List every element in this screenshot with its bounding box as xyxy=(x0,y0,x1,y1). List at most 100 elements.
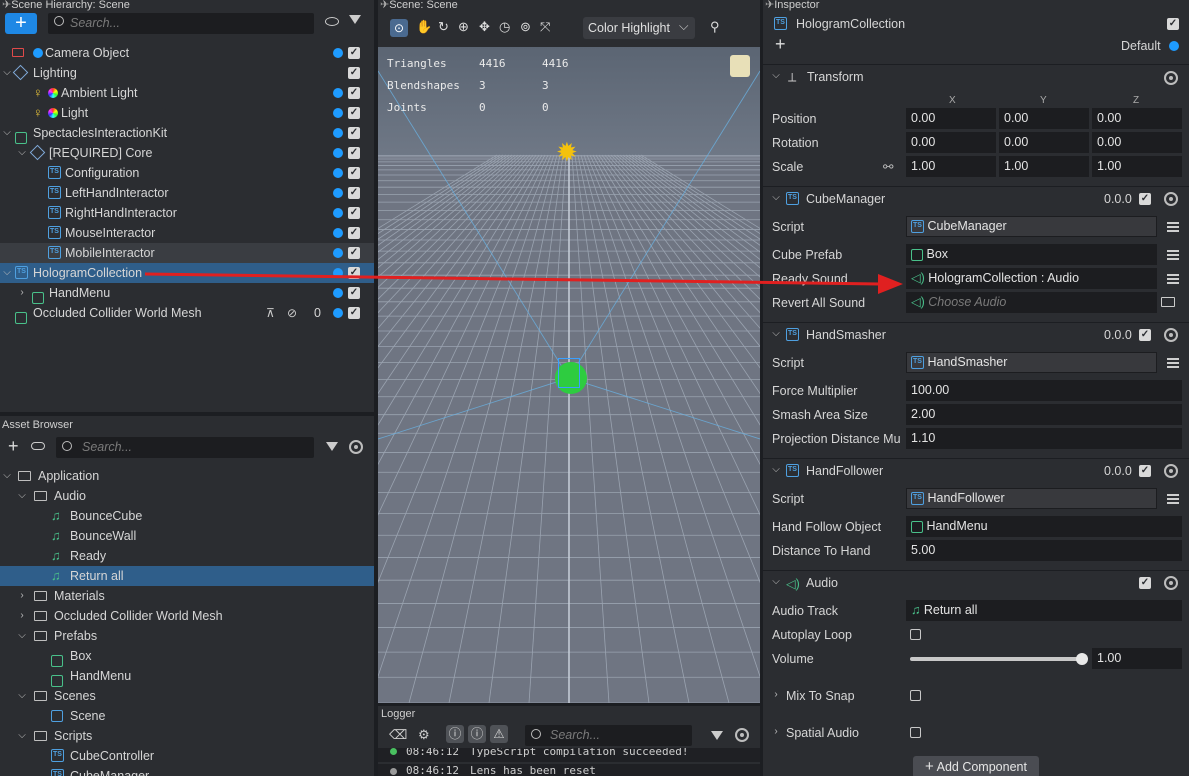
filter-icon[interactable] xyxy=(349,15,361,24)
chevron-down-icon[interactable]: ⌵ xyxy=(2,123,12,143)
gear-icon[interactable] xyxy=(735,728,749,742)
visibility-checkbox[interactable]: ✓ xyxy=(348,87,360,99)
visibility-checkbox[interactable]: ✓ xyxy=(348,147,360,159)
visibility-checkbox[interactable]: ✓ xyxy=(348,287,360,299)
component-enabled-checkbox[interactable]: ✓ xyxy=(1139,465,1151,477)
spatial-audio-checkbox[interactable] xyxy=(910,727,921,738)
hierarchy-item-hologram-collection[interactable]: ⌵ TS HologramCollection xyxy=(0,263,374,283)
asset-audio-bouncecube[interactable]: ♫ BounceCube xyxy=(0,506,374,526)
transform-header[interactable]: ⌵ ⟂ Transform xyxy=(763,64,1189,88)
hand-tool-icon[interactable]: ✋ xyxy=(416,19,432,35)
hierarchy-item-camera[interactable]: Camera Object xyxy=(0,43,374,63)
layer-label[interactable]: Default xyxy=(1121,39,1161,53)
chevron-right-icon[interactable]: › xyxy=(771,689,781,700)
script-field[interactable]: TS CubeManager xyxy=(906,216,1157,237)
component-enabled-checkbox[interactable]: ✓ xyxy=(1139,577,1151,589)
rect-tool-icon[interactable]: ⤧ xyxy=(540,19,550,35)
hierarchy-item-hand-menu[interactable]: › HandMenu xyxy=(0,283,374,304)
asset-folder-materials[interactable]: › Materials xyxy=(0,586,374,606)
chevron-down-icon[interactable]: ⌵ xyxy=(17,486,27,506)
rotation-z-field[interactable]: 0.00 xyxy=(1092,132,1182,153)
visibility-checkbox[interactable]: ✓ xyxy=(348,47,360,59)
asset-scene[interactable]: Scene xyxy=(0,706,374,726)
hierarchy-item-ambient-light[interactable]: ♀ Ambient Light xyxy=(0,83,374,103)
object-name-field[interactable]: HologramCollection xyxy=(796,17,905,31)
scale-tool-icon[interactable]: ⊚ xyxy=(520,19,531,35)
hierarchy-item-lighting[interactable]: ⌵ Lighting xyxy=(0,63,374,83)
link-icon[interactable]: ⚯ xyxy=(883,159,893,174)
camera-gizmo-icon[interactable] xyxy=(730,55,750,77)
gear-icon[interactable] xyxy=(1164,464,1178,478)
object-enabled-checkbox[interactable]: ✓ xyxy=(1167,18,1179,30)
projection-distance-field[interactable]: 1.10 xyxy=(906,428,1182,449)
distance-to-hand-field[interactable]: 5.00 xyxy=(906,540,1182,561)
folder-icon[interactable] xyxy=(1161,297,1175,307)
visibility-checkbox[interactable]: ✓ xyxy=(348,247,360,259)
chevron-down-icon[interactable]: ⌵ xyxy=(771,70,781,81)
logger-search-input[interactable]: Search... xyxy=(550,728,600,742)
chevron-down-icon[interactable]: ⌵ xyxy=(771,576,781,587)
scale-y-field[interactable]: 1.00 xyxy=(999,156,1089,177)
asset-folder-audio[interactable]: ⌵ Audio xyxy=(0,486,374,506)
component-enabled-checkbox[interactable]: ✓ xyxy=(1139,329,1151,341)
hierarchy-item-sik[interactable]: ⌵ SpectaclesInteractionKit xyxy=(0,123,374,144)
asset-prefab-handmenu[interactable]: HandMenu xyxy=(0,666,374,687)
visibility-checkbox[interactable]: ✓ xyxy=(348,227,360,239)
asset-search-input[interactable]: Search... xyxy=(82,440,132,454)
chevron-down-icon[interactable]: ⌵ xyxy=(2,466,12,486)
visibility-checkbox[interactable]: ✓ xyxy=(348,107,360,119)
asset-folder-scenes[interactable]: ⌵ Scenes xyxy=(0,686,374,706)
hierarchy-item-core[interactable]: ⌵ [REQUIRED] Core xyxy=(0,143,374,163)
chevron-right-icon[interactable]: › xyxy=(17,606,27,626)
highlight-mode-dropdown[interactable]: Color Highlight ⌵ xyxy=(583,17,695,39)
add-asset-icon[interactable]: + xyxy=(8,437,19,455)
asset-audio-return-all[interactable]: ♫ Return all xyxy=(0,566,374,586)
add-icon[interactable]: + xyxy=(775,35,786,53)
gear-icon[interactable] xyxy=(1164,576,1178,590)
eye-icon[interactable] xyxy=(325,17,339,26)
visibility-checkbox[interactable]: ✓ xyxy=(348,267,360,279)
asset-folder-scripts[interactable]: ⌵ Scripts xyxy=(0,726,374,746)
asset-audio-ready[interactable]: ♫ Ready xyxy=(0,546,374,566)
gear-icon[interactable] xyxy=(1164,192,1178,206)
gear-icon[interactable] xyxy=(349,440,363,454)
chevron-down-icon[interactable]: ⌵ xyxy=(17,143,27,163)
asset-script-cubemanager[interactable]: TS CubeManager xyxy=(0,766,374,776)
info-toggle-icon[interactable]: ⓘ xyxy=(446,725,464,743)
position-z-field[interactable]: 0.00 xyxy=(1092,108,1182,129)
revert-sound-field[interactable]: ◁) Choose Audio xyxy=(906,292,1157,313)
smash-area-field[interactable]: 2.00 xyxy=(906,404,1182,425)
cubemanager-header[interactable]: ⌵ TS CubeManager 0.0.0 ✓ xyxy=(763,186,1189,210)
asset-audio-bouncewall[interactable]: ♫ BounceWall xyxy=(0,526,374,546)
chevron-down-icon[interactable]: ⌵ xyxy=(2,263,12,283)
visibility-checkbox[interactable]: ✓ xyxy=(348,167,360,179)
hierarchy-item-left-hand[interactable]: TS LeftHandInteractor xyxy=(0,183,374,203)
component-enabled-checkbox[interactable]: ✓ xyxy=(1139,193,1151,205)
add-object-button[interactable]: + xyxy=(5,13,37,34)
ready-sound-field[interactable]: ◁) HologramCollection : Audio xyxy=(906,268,1157,289)
chevron-right-icon[interactable]: › xyxy=(771,726,781,737)
chevron-down-icon[interactable]: ⌵ xyxy=(17,686,27,706)
asset-folder-application[interactable]: ⌵ Application xyxy=(0,466,374,486)
hierarchy-item-occluded[interactable]: Occluded Collider World Mesh ⊼ ⊘ 0 xyxy=(0,303,374,324)
chevron-down-icon[interactable]: ⌵ xyxy=(2,63,12,83)
hologram-object[interactable] xyxy=(555,358,587,394)
asset-folder-occluded[interactable]: › Occluded Collider World Mesh xyxy=(0,606,374,626)
options-icon[interactable] xyxy=(1167,222,1179,232)
scene-settings-icon[interactable]: ⚲ xyxy=(710,19,720,35)
options-icon[interactable] xyxy=(1167,494,1179,504)
hierarchy-item-configuration[interactable]: TS Configuration xyxy=(0,163,374,183)
options-icon[interactable] xyxy=(1167,358,1179,368)
cube-prefab-field[interactable]: Box xyxy=(906,244,1157,265)
visibility-checkbox[interactable]: ✓ xyxy=(348,67,360,79)
scene-viewport[interactable]: Triangles 4416 4416 Blendshapes 3 3 Joints 0 0… xyxy=(378,47,760,703)
filter-icon[interactable] xyxy=(711,731,723,740)
rotation-y-field[interactable]: 0.00 xyxy=(999,132,1089,153)
position-y-field[interactable]: 0.00 xyxy=(999,108,1089,129)
hierarchy-item-right-hand[interactable]: TS RightHandInteractor xyxy=(0,203,374,223)
clear-log-icon[interactable]: ⌫ xyxy=(389,727,407,743)
chevron-down-icon[interactable]: ⌵ xyxy=(771,328,781,339)
hierarchy-item-mouse[interactable]: TS MouseInteractor xyxy=(0,223,374,243)
error-toggle-icon[interactable]: ⓘ xyxy=(468,725,486,743)
audio-track-field[interactable]: ♫ Return all xyxy=(906,600,1182,621)
